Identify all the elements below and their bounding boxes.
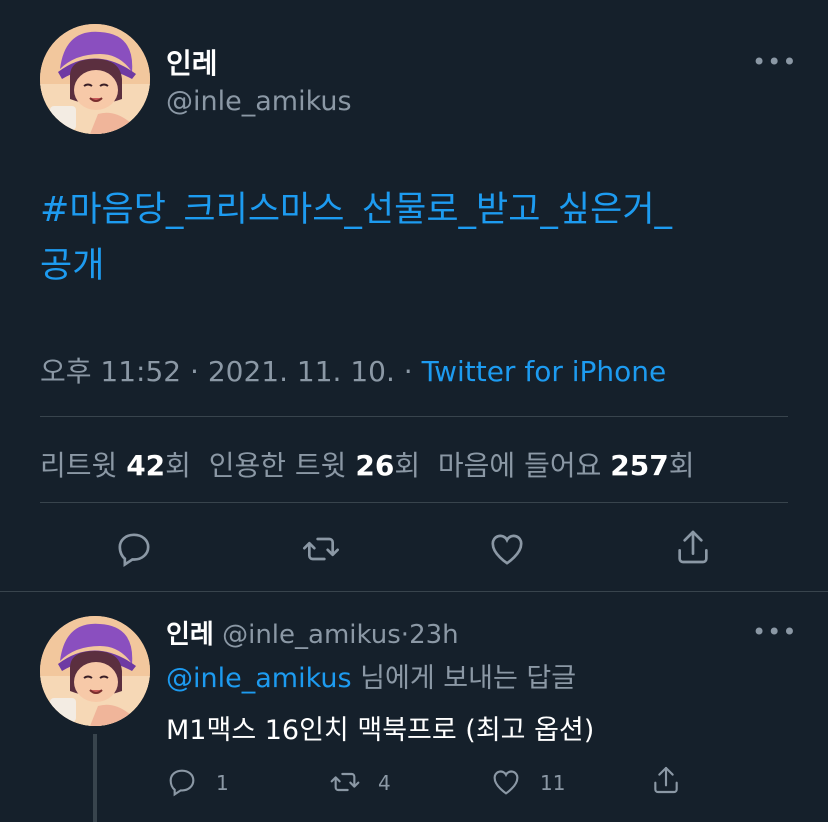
quotes-suffix: 회 bbox=[394, 449, 421, 482]
retweet-icon[interactable] bbox=[300, 529, 342, 569]
reply-separator: · bbox=[400, 620, 410, 650]
more-options-icon[interactable]: ••• bbox=[752, 48, 797, 76]
replying-to: @inle_amikus 님에게 보내는 답글 bbox=[166, 656, 576, 695]
reply-reply-icon[interactable] bbox=[166, 766, 198, 798]
likes-count: 257 bbox=[610, 449, 669, 482]
likes-label: 마음에 들어요 bbox=[437, 449, 602, 482]
tweet-source[interactable]: Twitter for iPhone bbox=[422, 355, 667, 388]
tweet-text-line-2[interactable]: 공개 bbox=[40, 238, 672, 294]
quotes-stat[interactable]: 인용한 트윗 26회 bbox=[209, 449, 420, 482]
reply-avatar[interactable] bbox=[40, 616, 150, 726]
retweets-stat[interactable]: 리트윗 42회 bbox=[40, 449, 191, 482]
reply-mention[interactable]: @inle_amikus bbox=[166, 663, 352, 694]
avatar-image bbox=[40, 616, 150, 726]
avatar[interactable] bbox=[40, 24, 150, 134]
like-icon[interactable] bbox=[487, 529, 527, 569]
tweet-stats: 리트윗 42회 인용한 트윗 26회 마음에 들어요 257회 bbox=[40, 444, 694, 484]
reply-like-count: 11 bbox=[540, 771, 566, 795]
likes-stat[interactable]: 마음에 들어요 257회 bbox=[438, 449, 695, 482]
likes-suffix: 회 bbox=[668, 449, 695, 482]
reply-header: 인레 @inle_amikus·23h bbox=[166, 614, 459, 651]
avatar-image bbox=[40, 24, 150, 134]
meta-separator: · bbox=[403, 355, 413, 388]
reply-reply-count: 1 bbox=[216, 771, 229, 795]
user-handle[interactable]: @inle_amikus bbox=[166, 86, 352, 117]
reply-retweet-icon[interactable] bbox=[328, 766, 362, 798]
reply-retweet-count: 4 bbox=[378, 771, 391, 795]
reply-icon[interactable] bbox=[114, 529, 154, 569]
reply-time[interactable]: 23h bbox=[409, 620, 459, 650]
quotes-count: 26 bbox=[355, 449, 395, 482]
reply-user-handle[interactable]: @inle_amikus bbox=[222, 620, 401, 650]
reply-more-options-icon[interactable]: ••• bbox=[752, 618, 797, 646]
reply-share-icon[interactable] bbox=[650, 764, 682, 796]
replying-to-label: 님에게 보내는 답글 bbox=[360, 663, 577, 694]
divider bbox=[40, 502, 788, 503]
display-name[interactable]: 인레 bbox=[166, 42, 218, 82]
retweets-suffix: 회 bbox=[165, 449, 191, 482]
tweet-time[interactable]: 오후 11:52 bbox=[40, 355, 181, 388]
retweets-count: 42 bbox=[126, 449, 166, 482]
meta-separator: · bbox=[190, 355, 199, 388]
tweet-date[interactable]: 2021. 11. 10. bbox=[208, 355, 395, 388]
retweets-label: 리트윗 bbox=[40, 449, 118, 482]
divider bbox=[0, 591, 828, 592]
reply-like-icon[interactable] bbox=[490, 766, 522, 798]
thread-line bbox=[93, 734, 97, 822]
tweet-meta: 오후 11:52 · 2021. 11. 10. · Twitter for i… bbox=[40, 350, 666, 390]
reply-display-name[interactable]: 인레 bbox=[166, 620, 214, 650]
quotes-label: 인용한 트윗 bbox=[208, 449, 347, 482]
reply-text: M1맥스 16인치 맥북프로 (최고 옵션) bbox=[166, 715, 595, 746]
divider bbox=[40, 416, 788, 417]
tweet-text-line-1[interactable]: #마음당_크리스마스_선물로_받고_싶은거_ bbox=[40, 182, 672, 238]
share-icon[interactable] bbox=[673, 527, 713, 567]
tweet-hashtag[interactable]: #마음당_크리스마스_선물로_받고_싶은거_ 공개 bbox=[40, 182, 672, 294]
